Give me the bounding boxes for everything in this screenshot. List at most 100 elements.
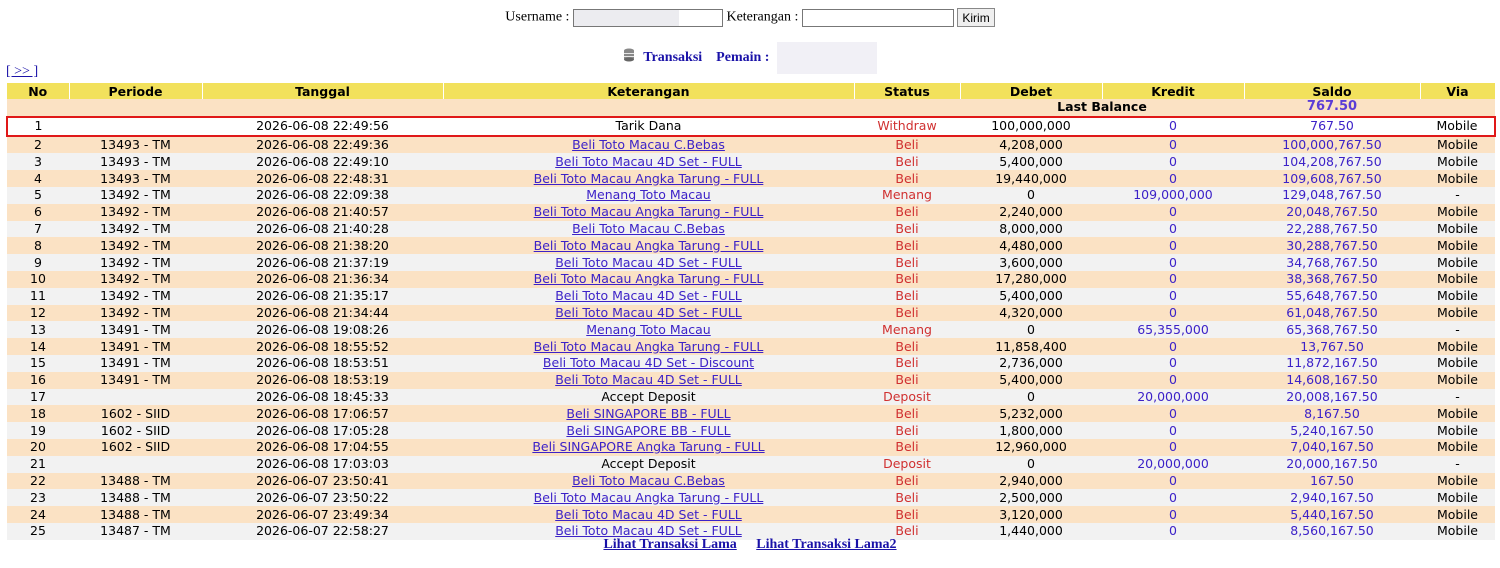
- keterangan-label: Keterangan :: [726, 9, 799, 25]
- row-debet: 0: [960, 455, 1102, 473]
- row-no: 16: [7, 371, 69, 389]
- row-saldo: 30,288,767.50: [1244, 237, 1420, 255]
- row-tanggal: 2026-06-08 17:05:28: [202, 422, 443, 439]
- table-row: 15 13491 - TM 2026-06-08 18:53:51 Beli Toto…: [7, 354, 1495, 372]
- row-status: Menang: [854, 186, 960, 204]
- row-saldo: 61,048,767.50: [1244, 304, 1420, 322]
- row-saldo: 129,048,767.50: [1244, 186, 1420, 204]
- row-keterangan: Accept Deposit: [443, 388, 854, 406]
- row-status: Beli: [854, 287, 960, 305]
- keterangan-link[interactable]: Beli Toto Macau Angka Tarung - FULL: [534, 339, 764, 354]
- row-debet: 3,120,000: [960, 506, 1102, 523]
- row-periode: 1602 - SIID: [69, 422, 202, 439]
- row-debet: 4,320,000: [960, 304, 1102, 322]
- row-keterangan: Beli Toto Macau 4D Set - FULL: [443, 371, 854, 389]
- keterangan-link[interactable]: Beli Toto Macau 4D Set - Discount: [543, 355, 754, 370]
- keterangan-link[interactable]: Beli Toto Macau 4D Set - FULL: [555, 154, 742, 169]
- keterangan-link[interactable]: Beli SINGAPORE BB - FULL: [566, 423, 730, 438]
- row-tanggal: 2026-06-08 21:37:19: [202, 254, 443, 271]
- row-saldo: 100,000,767.50: [1244, 135, 1420, 154]
- row-debet: 100,000,000: [960, 115, 1102, 137]
- table-row: 11 13492 - TM 2026-06-08 21:35:17 Beli Toto…: [7, 287, 1495, 305]
- row-via: Mobile: [1420, 170, 1495, 187]
- row-via: Mobile: [1420, 220, 1495, 238]
- row-no: 11: [7, 287, 69, 305]
- keterangan-link[interactable]: Beli Toto Macau C.Bebas: [572, 137, 725, 152]
- lihat-transaksi-lama-link[interactable]: Lihat Transaksi Lama: [603, 537, 736, 552]
- row-kredit: 20,000,000: [1102, 388, 1244, 406]
- row-kredit: 0: [1102, 422, 1244, 439]
- row-status: Beli: [854, 405, 960, 423]
- row-keterangan: Beli Toto Macau 4D Set - FULL: [443, 304, 854, 322]
- row-tanggal: 2026-06-08 21:36:34: [202, 270, 443, 288]
- keterangan-link[interactable]: Beli Toto Macau 4D Set - FULL: [555, 507, 742, 522]
- row-keterangan: Beli Toto Macau Angka Tarung - FULL: [443, 338, 854, 355]
- row-tanggal: 2026-06-08 18:55:52: [202, 338, 443, 355]
- row-debet: 2,736,000: [960, 354, 1102, 372]
- row-no: 15: [7, 354, 69, 372]
- keterangan-link[interactable]: Beli Toto Macau Angka Tarung - FULL: [534, 171, 764, 186]
- keterangan-link[interactable]: Beli Toto Macau Angka Tarung - FULL: [534, 490, 764, 505]
- keterangan-link[interactable]: Beli Toto Macau 4D Set - FULL: [555, 288, 742, 303]
- row-status: Beli: [854, 153, 960, 171]
- row-tanggal: 2026-06-08 19:08:26: [202, 321, 443, 339]
- keterangan-link[interactable]: Menang Toto Macau: [586, 187, 710, 202]
- row-periode: 13491 - TM: [69, 338, 202, 355]
- table-row: 10 13492 - TM 2026-06-08 21:36:34 Beli Toto…: [7, 270, 1495, 288]
- row-kredit: 0: [1102, 220, 1244, 238]
- row-debet: 0: [960, 186, 1102, 204]
- lihat-transaksi-lama2-link[interactable]: Lihat Transaksi Lama2: [756, 537, 896, 552]
- table-row: 16 13491 - TM 2026-06-08 18:53:19 Beli Toto…: [7, 371, 1495, 389]
- keterangan-link[interactable]: Beli SINGAPORE BB - FULL: [566, 406, 730, 421]
- pemain-label: Pemain :: [716, 50, 770, 66]
- column-header-saldo: Saldo: [1244, 83, 1421, 99]
- row-no: 17: [7, 388, 69, 406]
- row-tanggal: 2026-06-08 21:38:20: [202, 237, 443, 255]
- keterangan-link[interactable]: Beli Toto Macau C.Bebas: [572, 221, 725, 236]
- row-periode: [69, 115, 202, 137]
- kirim-button[interactable]: Kirim: [957, 8, 995, 27]
- keterangan-link[interactable]: Beli Toto Macau 4D Set - FULL: [555, 255, 742, 270]
- row-status: Beli: [854, 254, 960, 271]
- row-keterangan: Beli SINGAPORE BB - FULL: [443, 405, 854, 423]
- row-status: Beli: [854, 438, 960, 456]
- row-status: Beli: [854, 371, 960, 389]
- row-tanggal: 2026-06-08 21:40:28: [202, 220, 443, 238]
- keterangan-link[interactable]: Menang Toto Macau: [586, 322, 710, 337]
- row-keterangan: Beli SINGAPORE Angka Tarung - FULL: [443, 438, 854, 456]
- row-keterangan: Beli Toto Macau C.Bebas: [443, 135, 854, 154]
- keterangan-link[interactable]: Beli Toto Macau C.Bebas: [572, 473, 725, 488]
- keterangan-link[interactable]: Beli Toto Macau 4D Set - FULL: [555, 305, 742, 320]
- row-no: 7: [7, 220, 69, 238]
- table-row: 9 13492 - TM 2026-06-08 21:37:19 Beli Toto …: [7, 254, 1495, 271]
- row-via: -: [1420, 388, 1495, 406]
- username-input[interactable]: [572, 8, 723, 27]
- keterangan-link[interactable]: Beli Toto Macau 4D Set - FULL: [555, 372, 742, 387]
- row-no: 8: [7, 237, 69, 255]
- row-periode: 13493 - TM: [69, 153, 202, 171]
- row-kredit: 0: [1102, 115, 1244, 137]
- keterangan-link[interactable]: Beli Toto Macau Angka Tarung - FULL: [534, 238, 764, 253]
- table-row: 23 13488 - TM 2026-06-07 23:50:22 Beli Toto…: [7, 489, 1495, 507]
- database-icon: [624, 48, 635, 62]
- row-saldo: 22,288,767.50: [1244, 220, 1420, 238]
- row-saldo: 55,648,767.50: [1244, 287, 1420, 305]
- keterangan-link[interactable]: Beli SINGAPORE Angka Tarung - FULL: [532, 439, 764, 454]
- keterangan-input[interactable]: [801, 8, 954, 27]
- keterangan-link[interactable]: Beli Toto Macau Angka Tarung - FULL: [534, 271, 764, 286]
- row-debet: 4,480,000: [960, 237, 1102, 255]
- row-debet: 11,858,400: [960, 338, 1102, 355]
- row-saldo: 13,767.50: [1244, 338, 1420, 355]
- row-via: Mobile: [1420, 237, 1495, 255]
- next-page-link[interactable]: [ >> ]: [6, 64, 38, 80]
- row-keterangan: Beli Toto Macau 4D Set - FULL: [443, 153, 854, 171]
- row-via: Mobile: [1420, 472, 1495, 490]
- row-keterangan: Beli Toto Macau Angka Tarung - FULL: [443, 170, 854, 187]
- row-periode: 13492 - TM: [69, 203, 202, 221]
- search-form: Username : Keterangan : Kirim: [0, 8, 1500, 30]
- row-via: Mobile: [1420, 254, 1495, 271]
- row-status: Beli: [854, 338, 960, 355]
- row-status: Beli: [854, 489, 960, 507]
- keterangan-link[interactable]: Beli Toto Macau Angka Tarung - FULL: [534, 204, 764, 219]
- pemain-name-redacted: [776, 42, 877, 74]
